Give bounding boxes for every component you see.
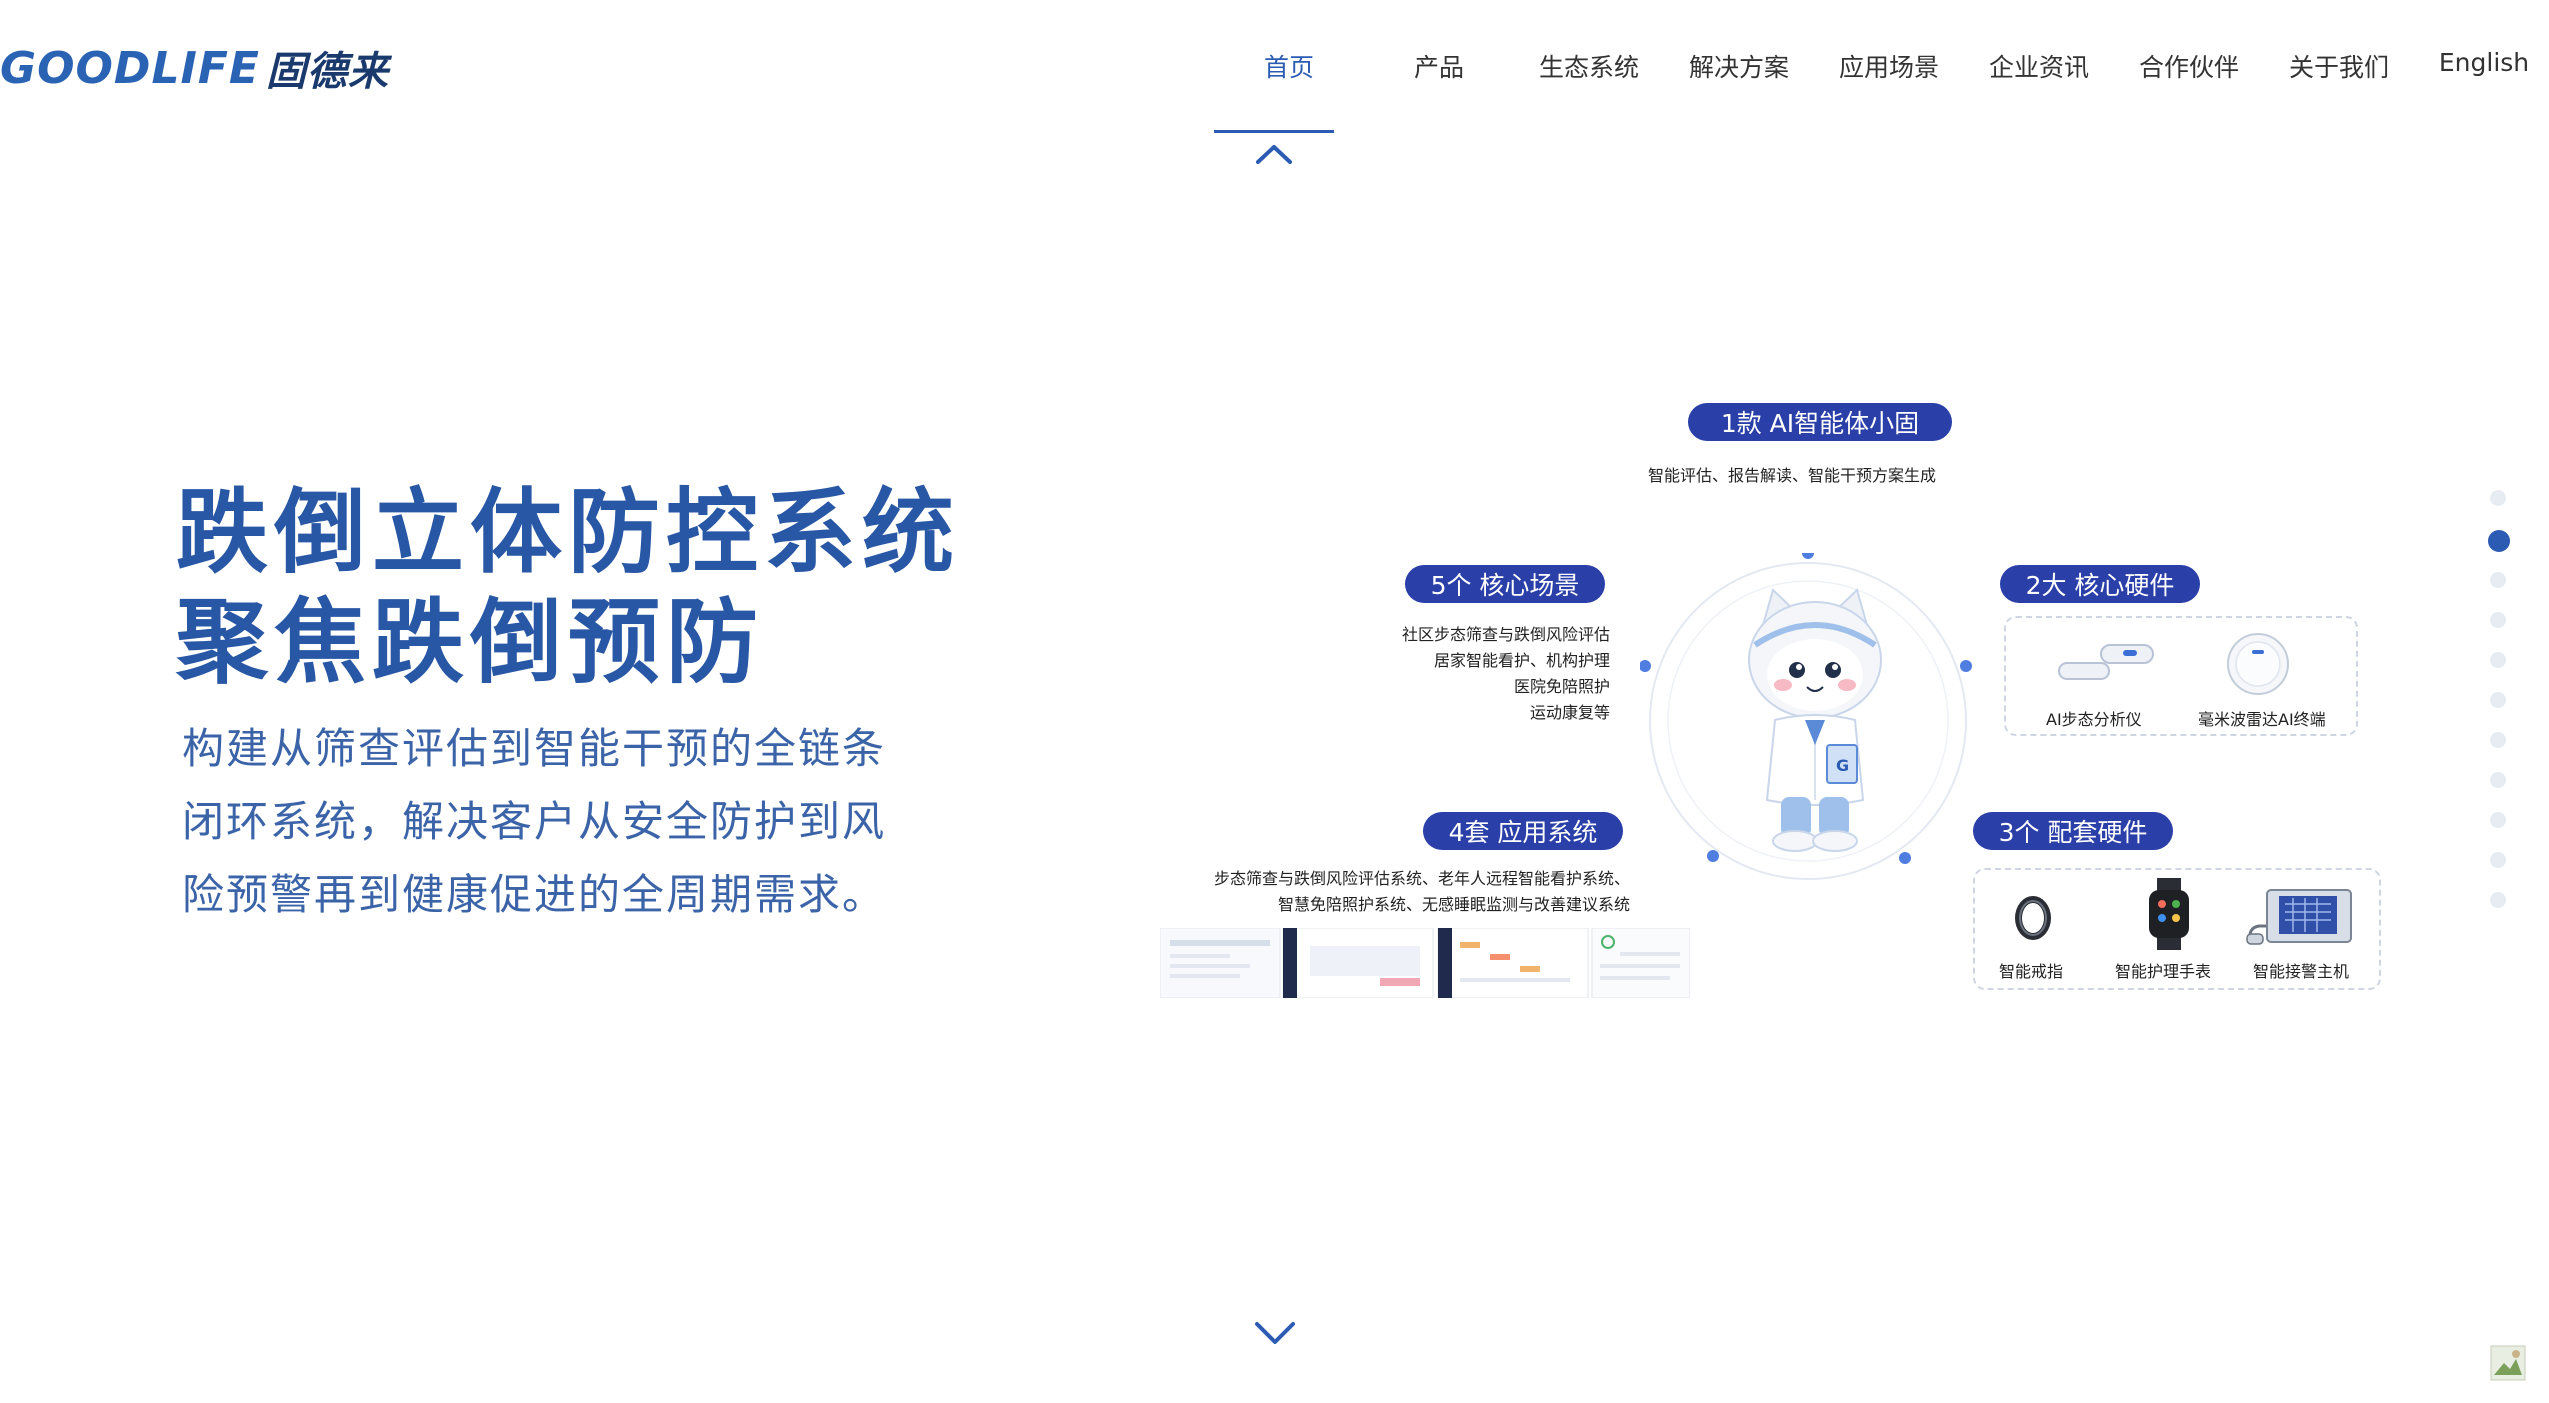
scene-item: 运动康复等 [1529,703,1610,722]
pager-dot-active[interactable] [2488,530,2510,552]
smart-ring-icon [2015,896,2051,940]
support-hardware-box: 智能戒指 智能护理手表 智能接警主机 [1973,868,2381,990]
logo-text-cn: 固德来 [265,49,389,95]
alarm-host-icon [2246,889,2352,945]
scene-item: 医院免陪照护 [1513,677,1610,696]
mascot-xiaogu-icon: G [1748,588,1882,852]
agent-desc: 智能评估、报告解读、智能干预方案生成 [1648,466,1937,485]
gait-analyzer-icon [2058,644,2154,680]
nav-scenarios[interactable]: 应用场景 [1814,48,1964,84]
nav-about[interactable]: 关于我们 [2264,48,2414,84]
hero-title-line-2: 聚焦跌倒预防 [176,589,765,696]
scene-item: 居家智能看护、机构护理 [1433,651,1610,670]
hw-label-smart-ring: 智能戒指 [1999,962,2064,981]
nav-ecosystem[interactable]: 生态系统 [1514,48,1664,84]
svg-text:G: G [1836,756,1849,775]
systems-pill: 4套 应用系统 [1423,812,1623,850]
main-nav: 首页 产品 生态系统 解决方案 应用场景 企业资讯 合作伙伴 关于我们 Engl… [1214,48,2549,84]
pager-dot[interactable] [2490,490,2506,506]
hero-title: 跌倒立体防控系统 聚焦跌倒预防 [176,478,976,698]
goodlife-logo[interactable]: GOODLIFE 固德来 [0,38,389,98]
pager-dot[interactable] [2490,572,2506,588]
hero-title-line-1: 跌倒立体防控系统 [176,479,961,586]
nav-english[interactable]: English [2414,48,2549,84]
nav-solutions[interactable]: 解决方案 [1664,48,1814,84]
pager-dot[interactable] [2490,692,2506,708]
nav-products[interactable]: 产品 [1364,48,1514,84]
system-screenshots [1160,928,1690,998]
systems-line-2: 智慧免陪照护系统、无感睡眠监测与改善建议系统 [1277,895,1630,914]
nav-active-underline [1214,130,1334,133]
hw-label-gait-analyzer: AI步态分析仪 [2046,710,2142,729]
mmwave-radar-icon [2227,633,2289,695]
logo-text-en: GOODLIFE [0,42,260,94]
pager-dot[interactable] [2490,772,2506,788]
pager-dot[interactable] [2490,652,2506,668]
section-pager [2488,490,2510,932]
scenes-list: 社区步态筛查与跌倒风险评估 居家智能看护、机构护理 医院免陪照护 运动康复等 [1300,622,1610,726]
hero-desc-line-2: 闭环系统，解决客户从安全防护到风 [182,797,887,846]
systems-line-1: 步态筛查与跌倒风险评估系统、老年人远程智能看护系统、 [1213,869,1630,888]
core-hardware-box: AI步态分析仪 毫米波雷达AI终端 [2004,616,2358,736]
agent-pill: 1款 AI智能体小固 [1688,403,1952,441]
pager-dot[interactable] [2490,732,2506,748]
chevron-up-icon [1256,145,1292,164]
scenes-pill: 5个 核心场景 [1405,565,1605,603]
corner-thumbnail-icon[interactable] [2490,1345,2526,1381]
smart-watch-icon [2149,878,2189,950]
pager-dot[interactable] [2490,612,2506,628]
pager-dot[interactable] [2490,852,2506,868]
core-hardware-pill: 2大 核心硬件 [2000,565,2200,603]
pager-dot[interactable] [2490,812,2506,828]
pager-dot[interactable] [2490,892,2506,908]
hero-desc-line-1: 构建从筛查评估到智能干预的全链条 [182,724,887,773]
nav-news[interactable]: 企业资讯 [1964,48,2114,84]
hero-description: 构建从筛查评估到智能干预的全链条 闭环系统，解决客户从安全防护到风 险预警再到健… [182,712,942,931]
nav-partners[interactable]: 合作伙伴 [2114,48,2264,84]
scene-item: 社区步态筛查与跌倒风险评估 [1401,625,1610,644]
hw-label-mmwave-radar: 毫米波雷达AI终端 [2198,710,2326,729]
support-hardware-pill: 3个 配套硬件 [1973,812,2173,850]
hw-label-smart-watch: 智能护理手表 [2115,962,2212,981]
chevron-down-icon[interactable] [1253,1318,1297,1348]
nav-home[interactable]: 首页 [1214,48,1364,84]
hero-desc-line-3: 险预警再到健康促进的全周期需求。 [182,870,887,919]
systems-list: 步态筛查与跌倒风险评估系统、老年人远程智能看护系统、 智慧免陪照护系统、无感睡眠… [1100,866,1630,918]
hw-label-alarm-host: 智能接警主机 [2253,962,2350,981]
